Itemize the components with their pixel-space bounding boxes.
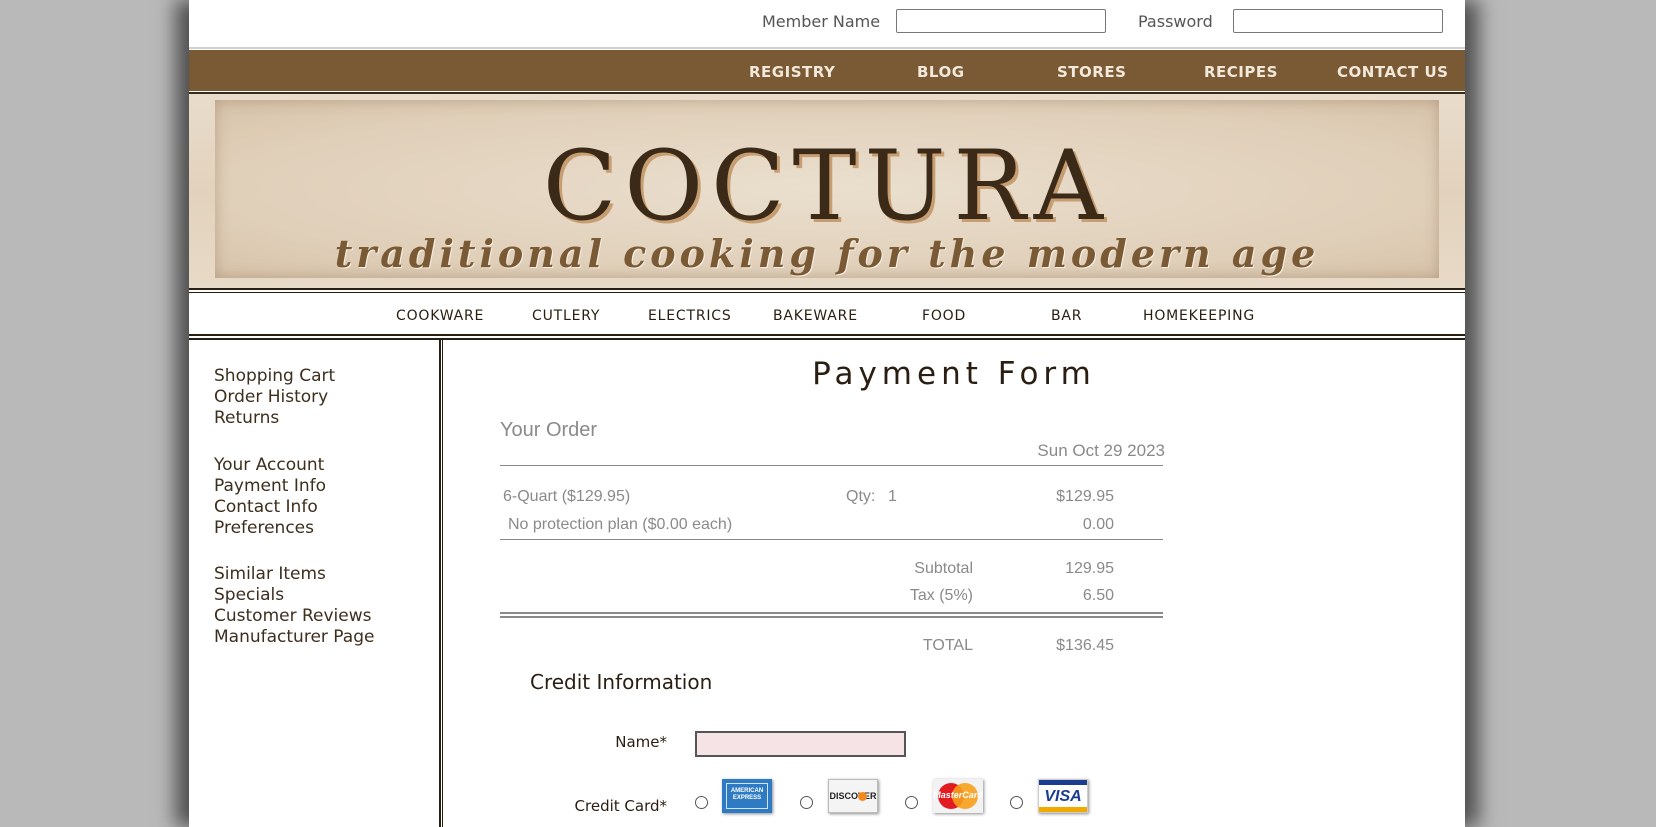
page: Member Name Password REGISTRY BLOG STORE…	[189, 0, 1465, 827]
cat-bar[interactable]: BAR	[1051, 308, 1082, 324]
subtotal-label: Subtotal	[914, 560, 973, 577]
nav-recipes[interactable]: RECIPES	[1204, 63, 1278, 81]
payment-form: Payment Form Your Order Sun Oct 29 2023 …	[443, 340, 1465, 827]
nav-blog[interactable]: BLOG	[917, 63, 965, 81]
cat-electrics[interactable]: ELECTRICS	[648, 308, 732, 324]
category-nav: COOKWARE CUTLERY ELECTRICS BAKEWARE FOOD…	[189, 294, 1465, 334]
sidebar-contact-info[interactable]: Contact Info	[214, 497, 318, 517]
page-title: Payment Form	[812, 356, 1096, 392]
your-order-heading: Your Order	[500, 419, 598, 441]
discover-radio[interactable]	[800, 796, 813, 809]
password-input[interactable]	[1233, 9, 1443, 33]
nav-registry[interactable]: REGISTRY	[749, 63, 835, 81]
visa-card-icon: VISA	[1038, 779, 1088, 813]
qty-value: 1	[888, 488, 897, 505]
tax-label: Tax (5%)	[909, 587, 973, 604]
mastercard-card-icon: MasterCard	[933, 779, 983, 813]
divider	[500, 465, 1163, 466]
banner: COCTURA traditional cooking for the mode…	[189, 92, 1465, 290]
divider	[189, 288, 1465, 293]
tax-value: 6.50	[1082, 587, 1114, 604]
cat-bakeware[interactable]: BAKEWARE	[773, 308, 858, 324]
password-label: Password	[1138, 12, 1213, 31]
login-bar: Member Name Password	[189, 0, 1465, 47]
sidebar-shopping-cart[interactable]: Shopping Cart	[214, 366, 335, 386]
name-input[interactable]	[695, 731, 906, 757]
total-value: $136.45	[1056, 637, 1114, 654]
mastercard-radio[interactable]	[905, 796, 918, 809]
sidebar-similar-items[interactable]: Similar Items	[214, 564, 326, 584]
divider	[500, 612, 1163, 618]
credit-card-label: Credit Card*	[574, 797, 667, 815]
cat-cutlery[interactable]: CUTLERY	[532, 308, 600, 324]
top-nav: REGISTRY BLOG STORES RECIPES CONTACT US	[189, 50, 1465, 91]
nav-stores[interactable]: STORES	[1057, 63, 1126, 81]
credit-info-heading: Credit Information	[530, 670, 713, 694]
item-name: 6-Quart ($129.95)	[503, 488, 631, 505]
cat-cookware[interactable]: COOKWARE	[396, 308, 484, 324]
subtotal-value: 129.95	[1065, 560, 1114, 577]
member-name-label: Member Name	[762, 12, 881, 31]
qty-label: Qty:	[846, 488, 876, 505]
sidebar-customer-reviews[interactable]: Customer Reviews	[214, 606, 372, 626]
discover-card-icon: DISCOVER	[828, 779, 878, 813]
sidebar-returns[interactable]: Returns	[214, 408, 279, 428]
sidebar-your-account[interactable]: Your Account	[214, 455, 324, 475]
sidebar-manufacturer-page[interactable]: Manufacturer Page	[214, 627, 374, 647]
order-date: Sun Oct 29 2023	[1037, 441, 1165, 460]
cat-food[interactable]: FOOD	[922, 308, 966, 324]
sidebar-preferences[interactable]: Preferences	[214, 518, 314, 538]
divider	[189, 47, 1465, 49]
visa-radio[interactable]	[1010, 796, 1023, 809]
total-label: TOTAL	[922, 637, 973, 654]
member-name-input[interactable]	[896, 9, 1106, 33]
cat-homekeeping[interactable]: HOMEKEEPING	[1143, 308, 1255, 324]
site-tagline: traditional cooking for the modern age	[334, 231, 1320, 276]
protection-price: 0.00	[1082, 516, 1114, 533]
amex-radio[interactable]	[695, 796, 708, 809]
sidebar: Shopping Cart Order History Returns Your…	[189, 340, 439, 827]
sidebar-order-history[interactable]: Order History	[214, 387, 328, 407]
nav-contact-us[interactable]: CONTACT US	[1337, 63, 1448, 81]
item-price: $129.95	[1056, 488, 1114, 505]
name-label: Name*	[615, 733, 667, 751]
amex-card-icon: AMERICAN EXPRESS	[722, 779, 772, 813]
site-logo[interactable]: COCTURA	[189, 130, 1465, 242]
sidebar-payment-info[interactable]: Payment Info	[214, 476, 326, 496]
protection-plan: No protection plan ($0.00 each)	[508, 516, 733, 533]
divider	[500, 539, 1163, 540]
sidebar-specials[interactable]: Specials	[214, 585, 284, 605]
